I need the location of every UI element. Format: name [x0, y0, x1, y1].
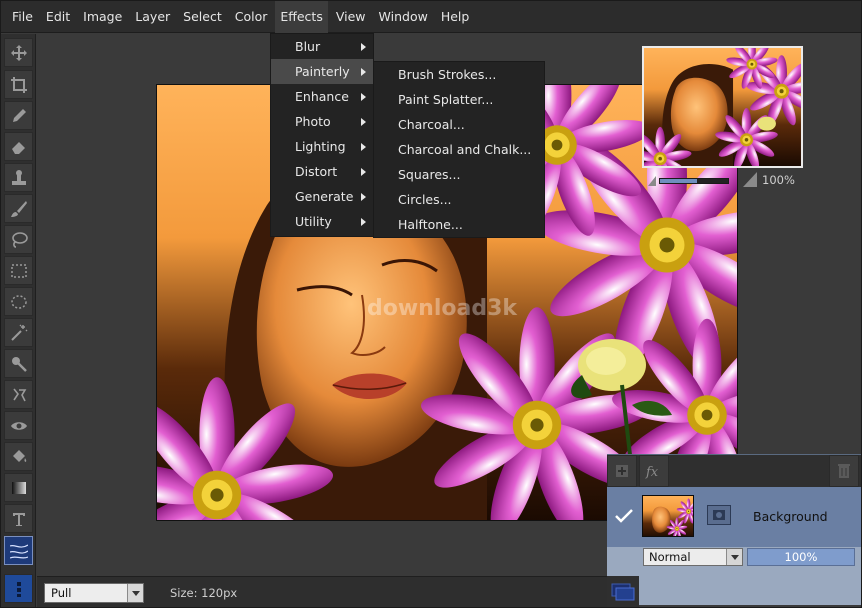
blend-mode-select[interactable]: Normal — [643, 548, 743, 566]
menu-bar: File Edit Image Layer Select Color Effec… — [1, 1, 861, 33]
zoom-in-icon[interactable] — [743, 172, 757, 187]
submenu-item-charcoal[interactable]: Charcoal... — [374, 112, 544, 137]
submenu-arrow-icon — [361, 68, 366, 76]
menu-file[interactable]: File — [7, 1, 38, 33]
menu-select[interactable]: Select — [178, 1, 227, 33]
painterly-submenu: Brush Strokes... Paint Splatter... Charc… — [373, 61, 545, 238]
effects-item-generate[interactable]: Generate — [271, 184, 373, 209]
submenu-item-squares[interactable]: Squares... — [374, 162, 544, 187]
submenu-arrow-icon — [361, 218, 366, 226]
submenu-arrow-icon — [361, 168, 366, 176]
pencil-icon[interactable] — [4, 101, 33, 130]
chevron-down-icon — [127, 584, 143, 602]
toolbox — [1, 34, 36, 607]
menu-layer[interactable]: Layer — [130, 1, 175, 33]
effects-item-utility[interactable]: Utility — [271, 209, 373, 234]
menu-effects[interactable]: Effects — [275, 1, 328, 33]
gradient-icon[interactable] — [4, 473, 33, 502]
brush-icon[interactable] — [4, 194, 33, 223]
submenu-item-paint-splatter[interactable]: Paint Splatter... — [374, 87, 544, 112]
delete-layer-button[interactable] — [829, 455, 859, 487]
zoom-out-icon[interactable] — [648, 176, 656, 186]
dodge-icon[interactable] — [4, 380, 33, 409]
submenu-arrow-icon — [361, 118, 366, 126]
layer-thumbnail — [642, 495, 694, 537]
submenu-item-circles[interactable]: Circles... — [374, 187, 544, 212]
effects-item-label: Photo — [295, 114, 331, 129]
brush-size-label: Size: 120px — [170, 586, 238, 600]
effects-item-label: Utility — [295, 214, 332, 229]
menu-window[interactable]: Window — [374, 1, 433, 33]
layer-row-background[interactable]: Background — [607, 487, 861, 547]
move-icon[interactable] — [4, 38, 33, 67]
menu-color[interactable]: Color — [230, 1, 273, 33]
effects-item-blur[interactable]: Blur — [271, 34, 373, 59]
editor-window: File Edit Image Layer Select Color Effec… — [0, 0, 862, 608]
submenu-arrow-icon — [361, 143, 366, 151]
zoom-slider[interactable] — [659, 178, 729, 184]
layer-options: Normal 100% — [607, 547, 861, 575]
submenu-arrow-icon — [361, 193, 366, 201]
magic-wand-icon[interactable] — [4, 318, 33, 347]
chevron-down-icon — [726, 549, 742, 565]
zoom-value: 100% — [762, 173, 795, 187]
menu-image[interactable]: Image — [78, 1, 127, 33]
effects-item-label: Distort — [295, 164, 338, 179]
color-swatch-icon[interactable] — [4, 574, 33, 603]
pattern-swatch[interactable] — [4, 536, 33, 565]
layers-stack-icon — [611, 583, 635, 600]
effects-item-label: Lighting — [295, 139, 346, 154]
effects-item-distort[interactable]: Distort — [271, 159, 373, 184]
effects-item-label: Generate — [295, 189, 354, 204]
effects-item-label: Painterly — [295, 64, 350, 79]
opacity-field[interactable]: 100% — [747, 548, 855, 566]
status-bar: Pull Size: 120px — [37, 576, 609, 607]
menu-view[interactable]: View — [331, 1, 371, 33]
new-layer-button[interactable] — [607, 455, 637, 487]
layer-mask-icon[interactable] — [707, 505, 731, 525]
menu-edit[interactable]: Edit — [41, 1, 75, 33]
type-icon[interactable] — [4, 504, 33, 533]
trash-icon — [838, 464, 850, 478]
eye-icon[interactable] — [4, 411, 33, 440]
effects-item-lighting[interactable]: Lighting — [271, 134, 373, 159]
marquee-ellipse-icon[interactable] — [4, 287, 33, 316]
marquee-rect-icon[interactable] — [4, 256, 33, 285]
submenu-arrow-icon — [361, 93, 366, 101]
effects-item-painterly[interactable]: Painterly — [271, 59, 373, 84]
effects-menu: Blur Painterly Enhance Photo Lighting Di… — [270, 33, 374, 237]
lasso-icon[interactable] — [4, 225, 33, 254]
panel-toggle-button[interactable] — [607, 576, 639, 607]
navigator-zoom: 100% — [642, 171, 803, 191]
smudge-icon[interactable] — [4, 349, 33, 378]
brush-mode-select[interactable]: Pull — [44, 583, 144, 603]
navigator-thumbnail[interactable] — [642, 46, 803, 168]
submenu-item-halftone[interactable]: Halftone... — [374, 212, 544, 237]
effects-item-label: Blur — [295, 39, 321, 54]
fx-icon: fx — [645, 465, 659, 479]
submenu-item-charcoal-chalk[interactable]: Charcoal and Chalk... — [374, 137, 544, 162]
layers-panel: fx Background Normal 100% — [607, 454, 861, 605]
layers-footer — [607, 575, 861, 605]
blend-mode-value: Normal — [649, 550, 691, 564]
layer-name: Background — [753, 509, 828, 524]
checkmark-icon — [615, 509, 633, 523]
layer-styles-button[interactable]: fx — [639, 455, 669, 487]
brush-mode-value: Pull — [51, 586, 72, 600]
new-layer-icon — [616, 465, 628, 477]
stamp-icon[interactable] — [4, 163, 33, 192]
eraser-icon[interactable] — [4, 132, 33, 161]
effects-item-enhance[interactable]: Enhance — [271, 84, 373, 109]
menu-help[interactable]: Help — [436, 1, 475, 33]
layer-visibility-checkbox[interactable] — [613, 505, 635, 527]
submenu-arrow-icon — [361, 43, 366, 51]
submenu-item-brush-strokes[interactable]: Brush Strokes... — [374, 62, 544, 87]
effects-item-label: Enhance — [295, 89, 349, 104]
crop-icon[interactable] — [4, 70, 33, 99]
watermark-text: download3k — [367, 296, 518, 321]
bucket-icon[interactable] — [4, 442, 33, 471]
effects-item-photo[interactable]: Photo — [271, 109, 373, 134]
layers-toolbar: fx — [607, 455, 861, 487]
svg-text:fx: fx — [645, 465, 659, 479]
